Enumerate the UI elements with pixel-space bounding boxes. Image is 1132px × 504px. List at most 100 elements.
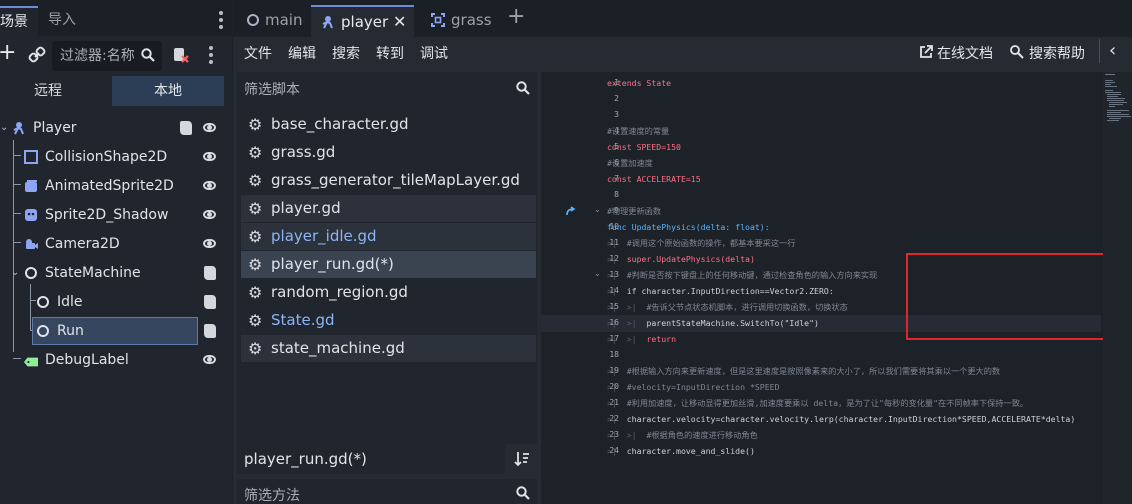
tree-node-animatedsprite2d[interactable]: AnimatedSprite2D <box>0 172 232 200</box>
code-text: const SPEED=150 <box>607 142 681 152</box>
tab-grass[interactable]: grass <box>425 5 495 37</box>
indent-guide: >| <box>607 254 627 264</box>
visibility-icon[interactable] <box>203 239 216 248</box>
code-text: parentStateMachine.SwitchTo("Idle") <box>646 318 819 328</box>
script-icon[interactable] <box>180 121 192 135</box>
label-icon <box>24 357 38 367</box>
scene-toolbar: + 过滤器:名称 <box>0 36 232 76</box>
add-node-icon[interactable]: + <box>0 42 16 64</box>
script-icon[interactable] <box>204 295 216 309</box>
menu-search[interactable]: 搜索 <box>332 43 360 63</box>
tab-import[interactable]: 导入 <box>48 6 76 36</box>
script-editor-area: main player ✕ grass + 文件 编辑 搜索 转到 调试 在线文… <box>233 0 1132 504</box>
script-item[interactable]: ⚙ player_idle.gd <box>241 223 536 250</box>
script-filter[interactable]: 筛选脚本 <box>237 72 537 103</box>
script-item[interactable]: ⚙ grass.gd <box>241 139 536 166</box>
tree-node-statemachine[interactable]: ⌄ StateMachine <box>0 259 232 287</box>
tree-node-run[interactable]: Run <box>32 317 198 345</box>
script-item-selected[interactable]: ⚙ player_run.gd(*) <box>241 251 536 278</box>
tree-node-idle[interactable]: Idle <box>0 288 232 316</box>
link-icon[interactable] <box>28 46 46 64</box>
minimap-line <box>1109 106 1115 107</box>
minimap-line <box>1107 114 1129 115</box>
close-icon[interactable]: ✕ <box>393 7 406 37</box>
fold-arrow-icon[interactable]: ⌄ <box>594 205 601 214</box>
tree-node-camera2d[interactable]: Camera2D <box>0 230 232 258</box>
collapse-arrow-icon[interactable]: ⌄ <box>11 259 19 287</box>
code-line: >| >| #根据角色的速度进行移动角色 <box>607 427 758 443</box>
code-line: >| #velocity=InputDirection *SPEED <box>607 379 780 395</box>
tree-node-collisionshape2d[interactable]: CollisionShape2D <box>0 143 232 171</box>
menu-file[interactable]: 文件 <box>244 43 272 63</box>
tree-node-debuglabel[interactable]: DebugLabel <box>0 346 232 374</box>
visibility-icon[interactable] <box>203 181 216 190</box>
menu-edit[interactable]: 编辑 <box>288 43 316 63</box>
code-text: return <box>646 334 677 344</box>
script-list-panel: 筛选脚本 ⚙ base_character.gd ⚙ grass.gd ⚙ grass… <box>237 72 537 444</box>
online-docs-button[interactable]: 在线文档 <box>937 43 993 63</box>
script-item[interactable]: ⚙ state_machine.gd <box>241 335 536 362</box>
add-tab-icon[interactable]: + <box>507 6 525 28</box>
indent-guide: >| <box>607 382 627 392</box>
fold-arrow-icon[interactable]: ⌄ <box>594 269 601 278</box>
sort-icon[interactable] <box>514 451 530 467</box>
tab-player[interactable]: player ✕ <box>311 5 414 37</box>
circle-icon <box>247 14 259 26</box>
visibility-icon[interactable] <box>203 355 216 364</box>
code-text: #物理更新函数 <box>607 206 662 216</box>
script-item[interactable]: ⚙ random_region.gd <box>241 279 536 306</box>
gear-icon: ⚙ <box>248 339 263 358</box>
camera-icon <box>26 239 38 249</box>
code-line: extends State <box>607 75 671 91</box>
minimap-line <box>1105 90 1113 91</box>
tree-node-sprite2d-shadow[interactable]: Sprite2D_Shadow <box>0 201 232 229</box>
gear-icon: ⚙ <box>248 199 263 218</box>
script-icon[interactable] <box>204 266 216 280</box>
code-text: func UpdatePhysics(delta: float): <box>607 222 770 232</box>
code-editor[interactable]: 1 2 3 4 5 6 7 8 9 10 11 12 13 14 15 16 1… <box>541 72 1132 504</box>
dock-menu-icon[interactable] <box>219 11 223 32</box>
search-help-button[interactable]: 搜索帮助 <box>1029 43 1085 63</box>
minimap-line <box>1107 112 1121 113</box>
tab-main[interactable]: main <box>239 5 307 37</box>
tab-scene[interactable]: 场景 <box>0 6 38 36</box>
indent-guide: >| <box>607 398 627 408</box>
search-icon <box>516 81 530 95</box>
external-link-icon <box>920 45 933 58</box>
script-icon[interactable] <box>204 324 216 338</box>
scene-menu-icon[interactable] <box>209 46 213 67</box>
gear-icon: ⚙ <box>248 255 263 274</box>
visibility-icon[interactable] <box>203 152 216 161</box>
script-item[interactable]: ⚙ player.gd <box>241 195 536 222</box>
code-line: >| character.move_and_slide() <box>607 443 755 459</box>
help-search-icon <box>1010 45 1024 59</box>
frame-icon <box>431 13 445 27</box>
code-line: >| >| #告诉父节点状态机脚本，进行调用切换函数，切换状态 <box>607 299 848 315</box>
clear-script-icon[interactable] <box>172 46 190 64</box>
code-text: if character.InputDirection==Vector2.ZER… <box>626 286 834 296</box>
code-line: #设置速度的常量 <box>607 123 669 139</box>
remote-button[interactable]: 远程 <box>0 76 96 106</box>
script-item[interactable]: ⚙ grass_generator_tileMapLayer.gd <box>241 167 536 194</box>
code-text: #velocity=InputDirection *SPEED <box>626 382 780 392</box>
code-line: func UpdatePhysics(delta: float): <box>607 219 770 235</box>
minimap[interactable] <box>1103 72 1132 504</box>
visibility-icon[interactable] <box>203 210 216 219</box>
character-body-icon <box>322 16 333 29</box>
script-item[interactable]: ⚙ base_character.gd <box>241 111 536 138</box>
override-arrow-icon[interactable] <box>565 206 577 216</box>
animated-sprite-icon <box>25 180 37 192</box>
collapse-arrow-icon[interactable]: ⌄ <box>0 114 8 142</box>
tree-node-player[interactable]: ⌄ Player <box>0 114 232 142</box>
visibility-icon[interactable] <box>203 123 216 132</box>
collapse-panel-icon[interactable]: ‹ <box>1109 40 1116 61</box>
code-line: #设置加速度 <box>607 155 653 171</box>
line-number: 8 <box>614 190 619 199</box>
code-text: super.UpdatePhysics(delta) <box>626 254 755 264</box>
line-number: 3 <box>614 110 619 119</box>
script-item[interactable]: ⚙ State.gd <box>241 307 536 334</box>
method-filter[interactable]: 筛选方法 <box>237 479 537 504</box>
menu-goto[interactable]: 转到 <box>376 43 404 63</box>
menu-debug[interactable]: 调试 <box>420 43 448 63</box>
local-button[interactable]: 本地 <box>112 76 224 106</box>
